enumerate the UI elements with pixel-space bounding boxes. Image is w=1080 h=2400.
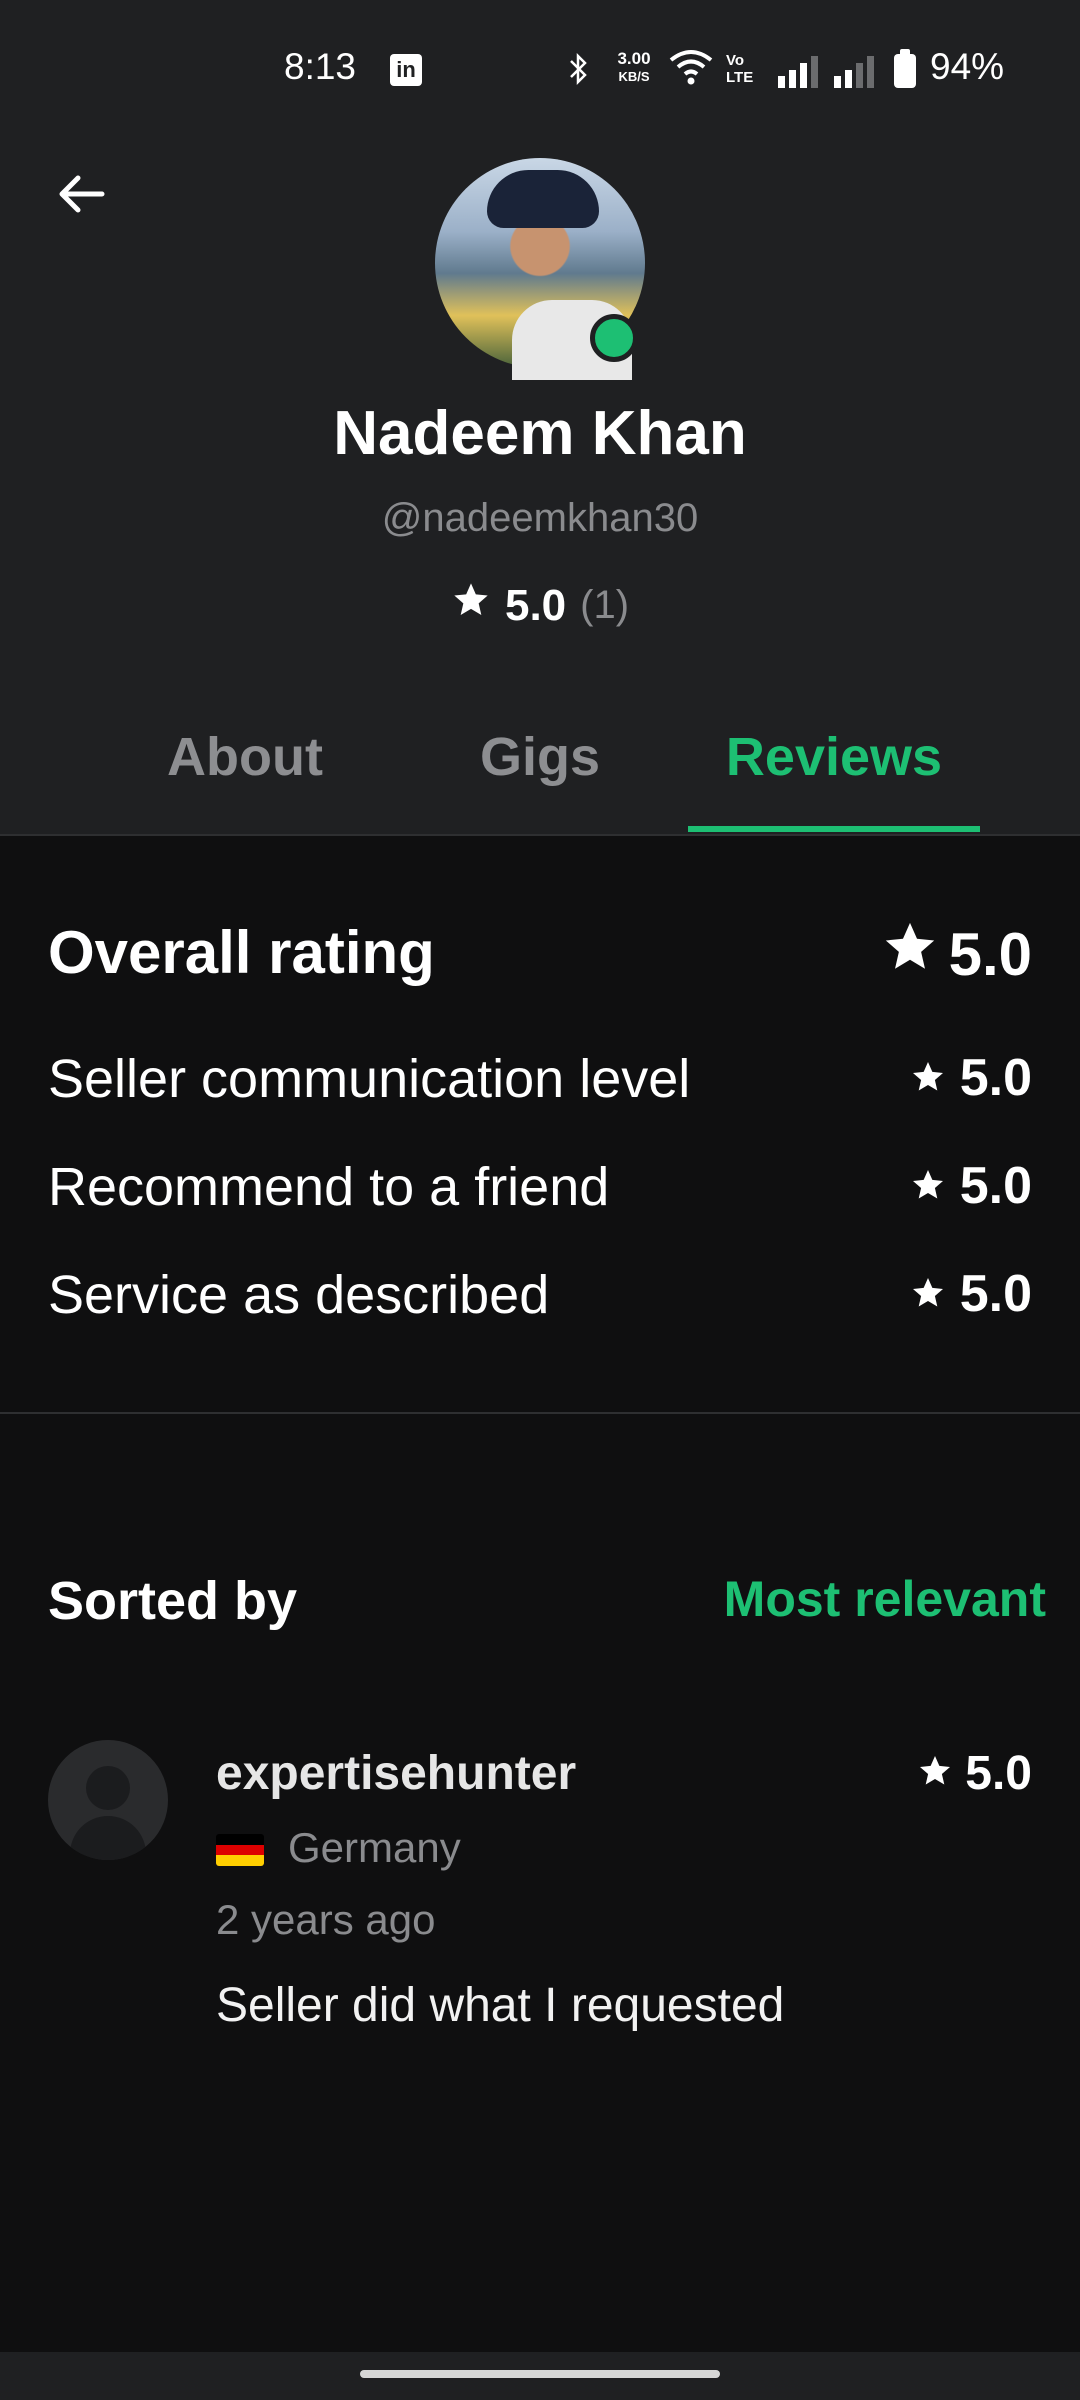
tabs-divider [0, 834, 1080, 836]
rating-number: 5.0 [959, 1265, 1032, 1323]
rating-label-service: Service as described [48, 1265, 550, 1325]
battery-icon [894, 49, 916, 88]
rating-label-recommend: Recommend to a friend [48, 1157, 610, 1217]
star-icon [910, 1048, 946, 1108]
overall-rating-number: 5.0 [948, 920, 1032, 988]
rating-value-recommend: 5.0 [910, 1156, 1032, 1216]
star-icon [910, 1156, 946, 1216]
rating-label-communication: Seller communication level [48, 1049, 691, 1109]
network-speed: 3.00 KB/S [606, 50, 662, 86]
rating-number: 5.0 [959, 1157, 1032, 1215]
reviewer-name[interactable]: expertisehunter [216, 1746, 576, 1801]
reviewer-country: Germany [288, 1824, 461, 1871]
review-time: 2 years ago [216, 1896, 436, 1943]
sort-option-button[interactable]: Most relevant [724, 1570, 1046, 1628]
sorted-by-label: Sorted by [48, 1571, 298, 1631]
profile-name: Nadeem Khan [333, 399, 747, 468]
reviewer-avatar [48, 1740, 168, 1860]
star-icon [910, 1264, 946, 1324]
rating-number: 5.0 [959, 1049, 1032, 1107]
rating-value-service: 5.0 [910, 1264, 1032, 1324]
review-rating-number: 5.0 [965, 1747, 1032, 1800]
tab-about[interactable]: About [140, 726, 350, 788]
star-icon [881, 918, 939, 990]
wifi-icon [668, 48, 714, 93]
back-arrow-icon[interactable] [52, 166, 112, 226]
network-speed-unit: KB/S [618, 69, 650, 84]
signal-icon-sim1 [778, 56, 822, 93]
rating-value-communication: 5.0 [910, 1048, 1032, 1108]
battery-percent: 94% [930, 46, 1005, 87]
germany-flag-icon [216, 1834, 264, 1866]
status-time: 8:13 [284, 46, 357, 87]
star-icon [451, 580, 491, 631]
volte-top: Vo [726, 52, 745, 69]
network-speed-value: 3.00 [617, 49, 651, 68]
bluetooth-icon [568, 44, 590, 94]
overall-rating-value: 5.0 [881, 918, 1032, 990]
review-text: Seller did what I requested [216, 1979, 785, 2032]
linkedin-icon: in [390, 54, 422, 86]
profile-rating: 5.0 (1) [0, 580, 1080, 631]
online-status-dot [590, 314, 638, 362]
ratings-divider [0, 1412, 1080, 1414]
overall-rating-label: Overall rating [48, 919, 435, 986]
profile-handle: @nadeemkhan30 [381, 496, 699, 540]
volte-indicator: Vo LTE [726, 52, 766, 86]
star-icon [917, 1746, 953, 1801]
profile-rating-value: 5.0 [504, 580, 567, 630]
tab-gigs[interactable]: Gigs [450, 726, 630, 788]
avatar-hair [487, 170, 599, 228]
profile-rating-count: (1) [580, 583, 630, 627]
home-gesture-handle[interactable] [360, 2370, 720, 2378]
review-rating: 5.0 [917, 1746, 1032, 1801]
active-tab-indicator [688, 826, 980, 832]
tab-reviews[interactable]: Reviews [688, 726, 980, 788]
volte-bottom: LTE [726, 69, 754, 86]
signal-icon-sim2 [834, 56, 878, 93]
